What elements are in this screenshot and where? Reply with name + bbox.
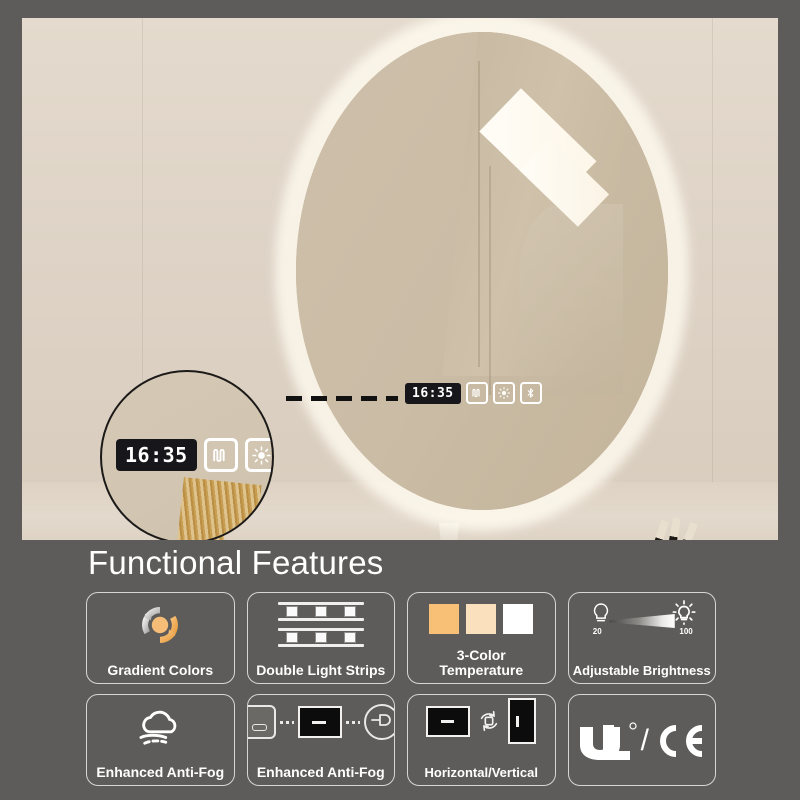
feature-card-color-temperature[interactable]: 3-Color Temperature: [407, 592, 556, 684]
gradient-colors-icon: [87, 599, 234, 651]
bluetooth-icon: [525, 387, 536, 399]
orientation-icon: [408, 698, 555, 744]
magnified-control-panel[interactable]: 16:35: [116, 438, 272, 472]
brightness-gradient: [608, 614, 675, 628]
bluetooth-button[interactable]: [519, 382, 542, 404]
product-infographic: 16:35 16:35 Functional Features Gradient…: [0, 0, 800, 800]
defogger-button[interactable]: [465, 382, 488, 404]
feature-card-double-light-strips[interactable]: Double Light Strips: [246, 592, 395, 684]
led-mirror: [276, 18, 688, 530]
feature-card-anti-fog-wiring[interactable]: Enhanced Anti-Fog: [246, 694, 395, 786]
ul-ce-certification-icon: /: [569, 695, 716, 785]
feature-card-certifications[interactable]: /: [567, 694, 716, 786]
feature-label: Gradient Colors: [107, 661, 214, 678]
feature-label: Adjustable Brightness: [572, 662, 711, 678]
wall-switch-icon: [247, 705, 276, 739]
horizontal-mirror-icon: [426, 705, 471, 737]
clock-display: 16:35: [405, 382, 461, 404]
mirror-device-icon: [297, 706, 342, 738]
defogger-icon: [211, 446, 230, 465]
light-button[interactable]: [244, 438, 272, 472]
defogger-button[interactable]: [203, 438, 238, 472]
feature-label-line1: 3-Color: [456, 646, 506, 663]
swatch-neutral: [466, 604, 497, 634]
brightness-max-value: 100: [679, 627, 693, 636]
mirror-reflection-seam: [489, 165, 492, 396]
mirror-control-panel[interactable]: 16:35: [405, 382, 542, 404]
rotate-icon: [481, 710, 498, 732]
connection-dots: [279, 720, 294, 724]
adjustable-brightness-icon: 20 100: [569, 595, 716, 641]
feature-label-line2: Temperature: [439, 661, 524, 678]
feature-card-adjustable-brightness[interactable]: 20 100 Adjustable Brightness: [567, 592, 716, 684]
ce-mark-icon: [659, 725, 703, 757]
clock-time: 16:35: [412, 385, 454, 401]
feature-label: Enhanced Anti-Fog: [256, 763, 385, 780]
feature-card-gradient-colors[interactable]: Gradient Colors: [86, 592, 235, 684]
mirror-reflection-shade: [519, 204, 624, 396]
connection-dots: [345, 720, 360, 724]
feature-card-grid: Gradient Colors Double Light Strips 3-Co…: [86, 592, 716, 786]
anti-fog-cloud-icon: [87, 701, 234, 753]
light-bulb-icon: [252, 445, 271, 465]
color-temperature-icon: [408, 597, 555, 641]
double-light-strips-icon: [248, 599, 395, 651]
clock-time: 16:35: [125, 443, 188, 467]
zoom-callout-circle: 16:35: [100, 370, 274, 540]
callout-leader-line: [286, 396, 398, 401]
defogger-icon: [471, 387, 483, 399]
anti-fog-wiring-icon: [247, 700, 395, 744]
power-plug-icon: [363, 704, 395, 740]
mirror-reflection-seam: [478, 60, 481, 367]
ul-mark-icon: [579, 722, 637, 760]
callout-reeds: [176, 476, 262, 540]
light-button[interactable]: [492, 382, 515, 404]
feature-card-orientation[interactable]: Horizontal/Vertical: [407, 694, 556, 786]
wall-seam: [712, 18, 713, 540]
brightness-min-value: 20: [592, 627, 602, 636]
swatch-warm: [429, 604, 460, 634]
functional-features-section: Functional Features Gradient Colors Doub…: [0, 540, 800, 800]
separator: /: [640, 724, 649, 757]
swatch-cool: [503, 604, 534, 634]
bathroom-scene-photo: 16:35 16:35: [22, 18, 778, 540]
light-bulb-icon: [497, 387, 510, 399]
vertical-mirror-icon: [508, 698, 537, 744]
feature-label: Double Light Strips: [256, 661, 386, 678]
feature-label: Enhanced Anti-Fog: [96, 763, 225, 780]
feature-card-anti-fog-cloud[interactable]: Enhanced Anti-Fog: [86, 694, 235, 786]
section-title: Functional Features: [88, 544, 384, 581]
feature-label: Horizontal/Vertical: [424, 764, 538, 780]
clock-display: 16:35: [116, 439, 197, 471]
mirror-surface: [296, 32, 668, 510]
